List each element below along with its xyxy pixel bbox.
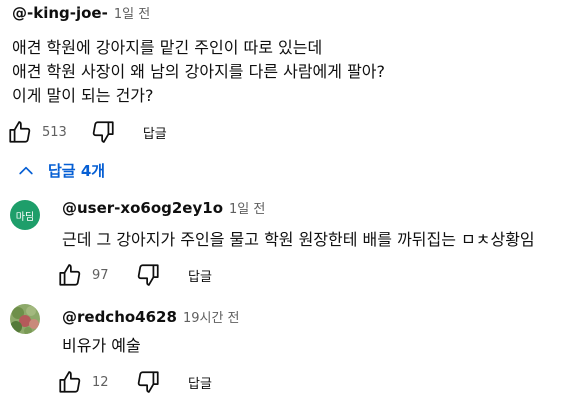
thumbs-up-icon (59, 264, 81, 286)
comment-header: @-king-joe- 1일 전 (12, 3, 150, 22)
reply-text: 비유가 예술 (62, 336, 141, 355)
thumbs-up-icon (9, 121, 31, 143)
reply-button[interactable]: 답글 (188, 266, 212, 285)
reply-time[interactable]: 19시간 전 (183, 311, 240, 326)
reply-button[interactable]: 답글 (143, 123, 167, 142)
comment-text-line-2: 애견 학원 사장이 왜 남의 강아지를 다른 사람에게 팔아? (12, 62, 386, 81)
comment-text-line-3: 이게 말이 되는 건가? (12, 86, 154, 105)
reply-header: @user-xo6og2ey1o 1일 전 (62, 198, 265, 217)
avatar[interactable] (10, 304, 40, 334)
thumbs-down-icon (92, 121, 114, 143)
comment-text-line-1: 애견 학원에 강아지를 맡긴 주인이 따로 있는데 (12, 38, 323, 57)
like-count: 97 (92, 267, 109, 283)
reply-actions: 12 답글 (56, 368, 212, 396)
dislike-button[interactable] (134, 261, 162, 289)
replies-toggle-label: 답글 4개 (48, 162, 106, 180)
like-count: 12 (92, 374, 109, 390)
dislike-button[interactable] (134, 368, 162, 396)
replies-toggle[interactable]: 답글 4개 (16, 160, 105, 181)
thumbs-up-icon (59, 371, 81, 393)
like-button[interactable] (6, 118, 34, 146)
reply-author[interactable]: @redcho4628 (62, 308, 177, 326)
comment-actions: 513 답글 (6, 118, 167, 146)
reply-header: @redcho4628 19시간 전 (62, 307, 240, 326)
reply-author[interactable]: @user-xo6og2ey1o (62, 199, 223, 217)
reply-actions: 97 답글 (56, 261, 212, 289)
like-count: 513 (42, 124, 67, 140)
avatar-image (10, 304, 40, 334)
avatar[interactable]: 마딤 (10, 200, 40, 230)
thumbs-down-icon (137, 264, 159, 286)
chevron-up-icon (19, 166, 33, 174)
comment-time[interactable]: 1일 전 (114, 7, 150, 22)
dislike-button[interactable] (89, 118, 117, 146)
like-button[interactable] (56, 368, 84, 396)
reply-button[interactable]: 답글 (188, 373, 212, 392)
avatar-text: 마딤 (15, 211, 35, 223)
thumbs-down-icon (137, 371, 159, 393)
reply-text: 근데 그 강아지가 주인을 물고 학원 원장한테 배를 까뒤집는 ㅁㅊ상황임 (62, 230, 535, 249)
like-button[interactable] (56, 261, 84, 289)
comment-author[interactable]: @-king-joe- (12, 4, 108, 22)
reply-time[interactable]: 1일 전 (229, 202, 265, 217)
